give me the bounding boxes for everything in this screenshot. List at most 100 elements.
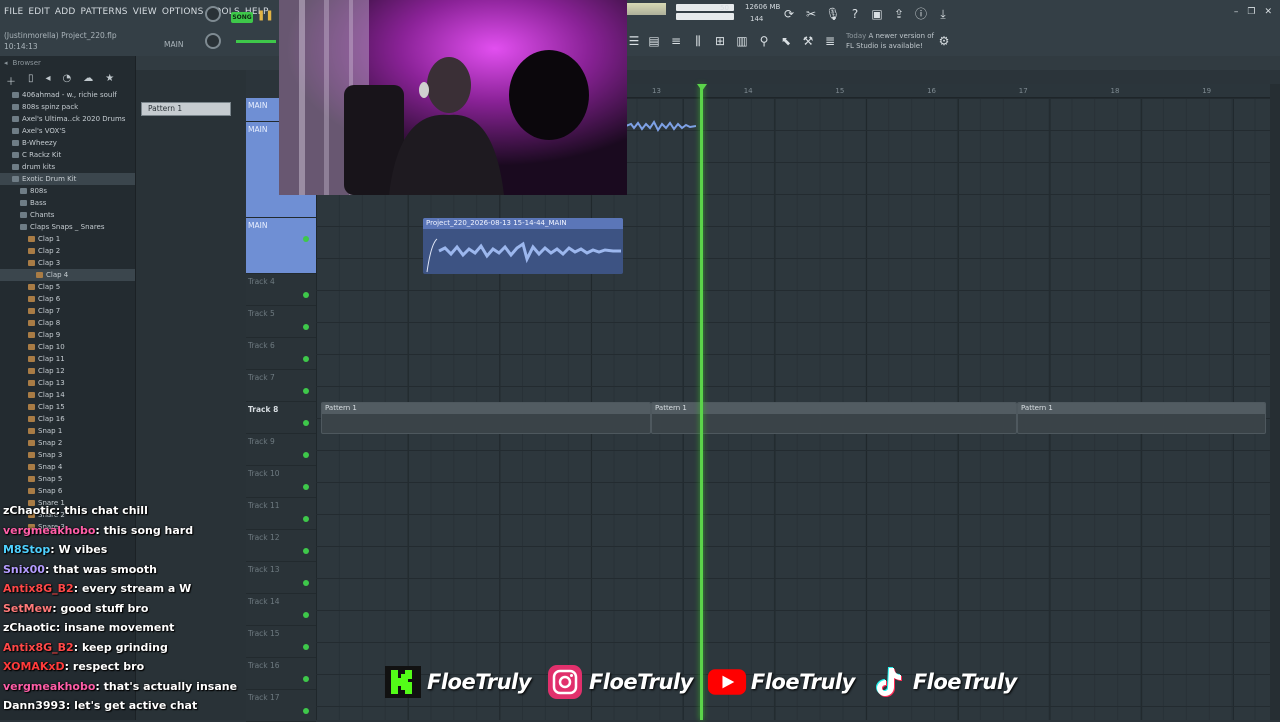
track-mute-led[interactable]: [303, 612, 309, 618]
add-icon[interactable]: ＋: [6, 73, 16, 88]
browser-file-item[interactable]: Clap 1: [0, 233, 135, 245]
browser-file-item[interactable]: Clap 8: [0, 317, 135, 329]
track-mute-led[interactable]: [303, 420, 309, 426]
pattern-clip[interactable]: Pattern 1: [321, 402, 651, 434]
browser-folder-item[interactable]: Bass: [0, 197, 135, 209]
track-mute-led[interactable]: [303, 708, 309, 714]
master-pitch-knob[interactable]: [205, 33, 221, 49]
browser-folder-item[interactable]: Axel's VOX'S: [0, 125, 135, 137]
vertical-scrollbar[interactable]: [1270, 84, 1280, 720]
playhead-marker[interactable]: [697, 84, 707, 91]
browser-folder-item[interactable]: B-Wheezy: [0, 137, 135, 149]
menu-item[interactable]: OPTIONS: [162, 7, 204, 17]
track-header[interactable]: Track 5: [246, 306, 316, 338]
browser-file-item[interactable]: Clap 9: [0, 329, 135, 341]
tools-icon[interactable]: ⬉: [778, 33, 794, 49]
track-header[interactable]: Track 15: [246, 626, 316, 658]
menu-item[interactable]: FILE: [4, 7, 23, 17]
track-header[interactable]: Track 10: [246, 466, 316, 498]
track-mute-led[interactable]: [303, 516, 309, 522]
cut-icon[interactable]: ✂: [803, 6, 819, 22]
browser-file-item[interactable]: Clap 12: [0, 365, 135, 377]
browser-file-item[interactable]: Clap 13: [0, 377, 135, 389]
master-volume-knob[interactable]: [205, 6, 221, 22]
browser-file-item[interactable]: Clap 16: [0, 413, 135, 425]
track-mute-led[interactable]: [303, 580, 309, 586]
audio-clip[interactable]: Project_220_2026-08-13 15-14-44_MAIN: [423, 218, 623, 274]
info-icon[interactable]: ⓘ: [913, 6, 929, 22]
browser-file-item[interactable]: Clap 4: [0, 269, 135, 281]
cloud-icon[interactable]: ☁: [83, 73, 93, 85]
pattern-clip[interactable]: Pattern 1: [1017, 402, 1266, 434]
playhead[interactable]: [700, 84, 703, 720]
mixer-icon[interactable]: ⫼: [690, 33, 706, 49]
browser-folder-item[interactable]: Claps Snaps _ Snares: [0, 221, 135, 233]
track-mute-led[interactable]: [303, 236, 309, 242]
pause-button[interactable]: ❚❚: [257, 9, 274, 23]
track-header[interactable]: MAIN: [246, 218, 316, 274]
browser-file-item[interactable]: Snap 4: [0, 461, 135, 473]
snap-icon[interactable]: ◔: [63, 73, 72, 85]
track-mute-led[interactable]: [303, 356, 309, 362]
plugin-icon[interactable]: ▥: [734, 33, 750, 49]
browser-file-item[interactable]: Snap 3: [0, 449, 135, 461]
track-mute-led[interactable]: [303, 452, 309, 458]
browser-file-item[interactable]: Snap 1: [0, 425, 135, 437]
menu-item[interactable]: ADD: [55, 7, 76, 17]
download-icon[interactable]: ⤓: [935, 6, 951, 22]
track-header[interactable]: Track 7: [246, 370, 316, 402]
social-link[interactable]: FloeTruly: [383, 664, 531, 700]
browser-file-item[interactable]: Clap 11: [0, 353, 135, 365]
track-header[interactable]: Track 9: [246, 434, 316, 466]
song-mode-button[interactable]: SONG: [231, 12, 253, 23]
browser-folder-item[interactable]: 808s spinz pack: [0, 101, 135, 113]
browser-file-item[interactable]: Clap 15: [0, 401, 135, 413]
close-icon[interactable]: ✕: [1264, 7, 1272, 17]
export-icon[interactable]: ⇪: [891, 6, 907, 22]
track-header[interactable]: Track 14: [246, 594, 316, 626]
menu-item[interactable]: PATTERNS: [81, 7, 128, 17]
maximize-icon[interactable]: ❐: [1247, 7, 1255, 17]
track-header[interactable]: Track 12: [246, 530, 316, 562]
browser-file-item[interactable]: Clap 7: [0, 305, 135, 317]
arrow-icon[interactable]: ◂: [4, 59, 8, 67]
track-mute-led[interactable]: [303, 388, 309, 394]
browser-file-item[interactable]: Snap 2: [0, 437, 135, 449]
piano-roll-icon[interactable]: ▤: [646, 33, 662, 49]
track-mute-led[interactable]: [303, 292, 309, 298]
track-header[interactable]: Track 4: [246, 274, 316, 306]
browser-folder-item[interactable]: drum kits: [0, 161, 135, 173]
browser-folder-item[interactable]: 406ahmad - w., richie soulf: [0, 89, 135, 101]
social-link[interactable]: FloeTruly: [869, 664, 1017, 700]
help-icon[interactable]: ?: [847, 6, 863, 22]
file-icon[interactable]: ▯: [28, 73, 34, 85]
social-link[interactable]: FloeTruly: [707, 664, 855, 700]
track-header[interactable]: Track 8: [246, 402, 316, 434]
track-header[interactable]: Track 6: [246, 338, 316, 370]
pattern-clip[interactable]: Pattern 1: [651, 402, 1017, 434]
track-mute-led[interactable]: [303, 676, 309, 682]
pattern-selector[interactable]: Pattern 1: [141, 102, 231, 116]
browser-folder-item[interactable]: C Rackz Kit: [0, 149, 135, 161]
refresh-icon[interactable]: ⟳: [781, 6, 797, 22]
plug-icon[interactable]: ⚲: [756, 33, 772, 49]
list-icon[interactable]: ≣: [822, 33, 838, 49]
browser-file-item[interactable]: Clap 5: [0, 281, 135, 293]
gear-icon[interactable]: ⚙: [936, 33, 952, 49]
track-mute-led[interactable]: [303, 484, 309, 490]
minimize-icon[interactable]: –: [1234, 7, 1239, 17]
track-header[interactable]: Track 13: [246, 562, 316, 594]
track-header[interactable]: Track 17: [246, 690, 316, 722]
browser-folder-item[interactable]: Axel's Ultima..ck 2020 Drums: [0, 113, 135, 125]
channel-rack-icon[interactable]: ☰: [626, 33, 642, 49]
menu-item[interactable]: VIEW: [133, 7, 157, 17]
track-mute-led[interactable]: [303, 548, 309, 554]
social-link[interactable]: FloeTruly: [545, 664, 693, 700]
browser-file-item[interactable]: Clap 14: [0, 389, 135, 401]
browser-file-item[interactable]: Clap 6: [0, 293, 135, 305]
back-icon[interactable]: ◂: [46, 73, 51, 85]
microphone-icon[interactable]: 🎙: [825, 6, 841, 22]
browser-folder-item[interactable]: 808s: [0, 185, 135, 197]
menu-item[interactable]: EDIT: [28, 7, 50, 17]
browser-file-item[interactable]: Clap 10: [0, 341, 135, 353]
